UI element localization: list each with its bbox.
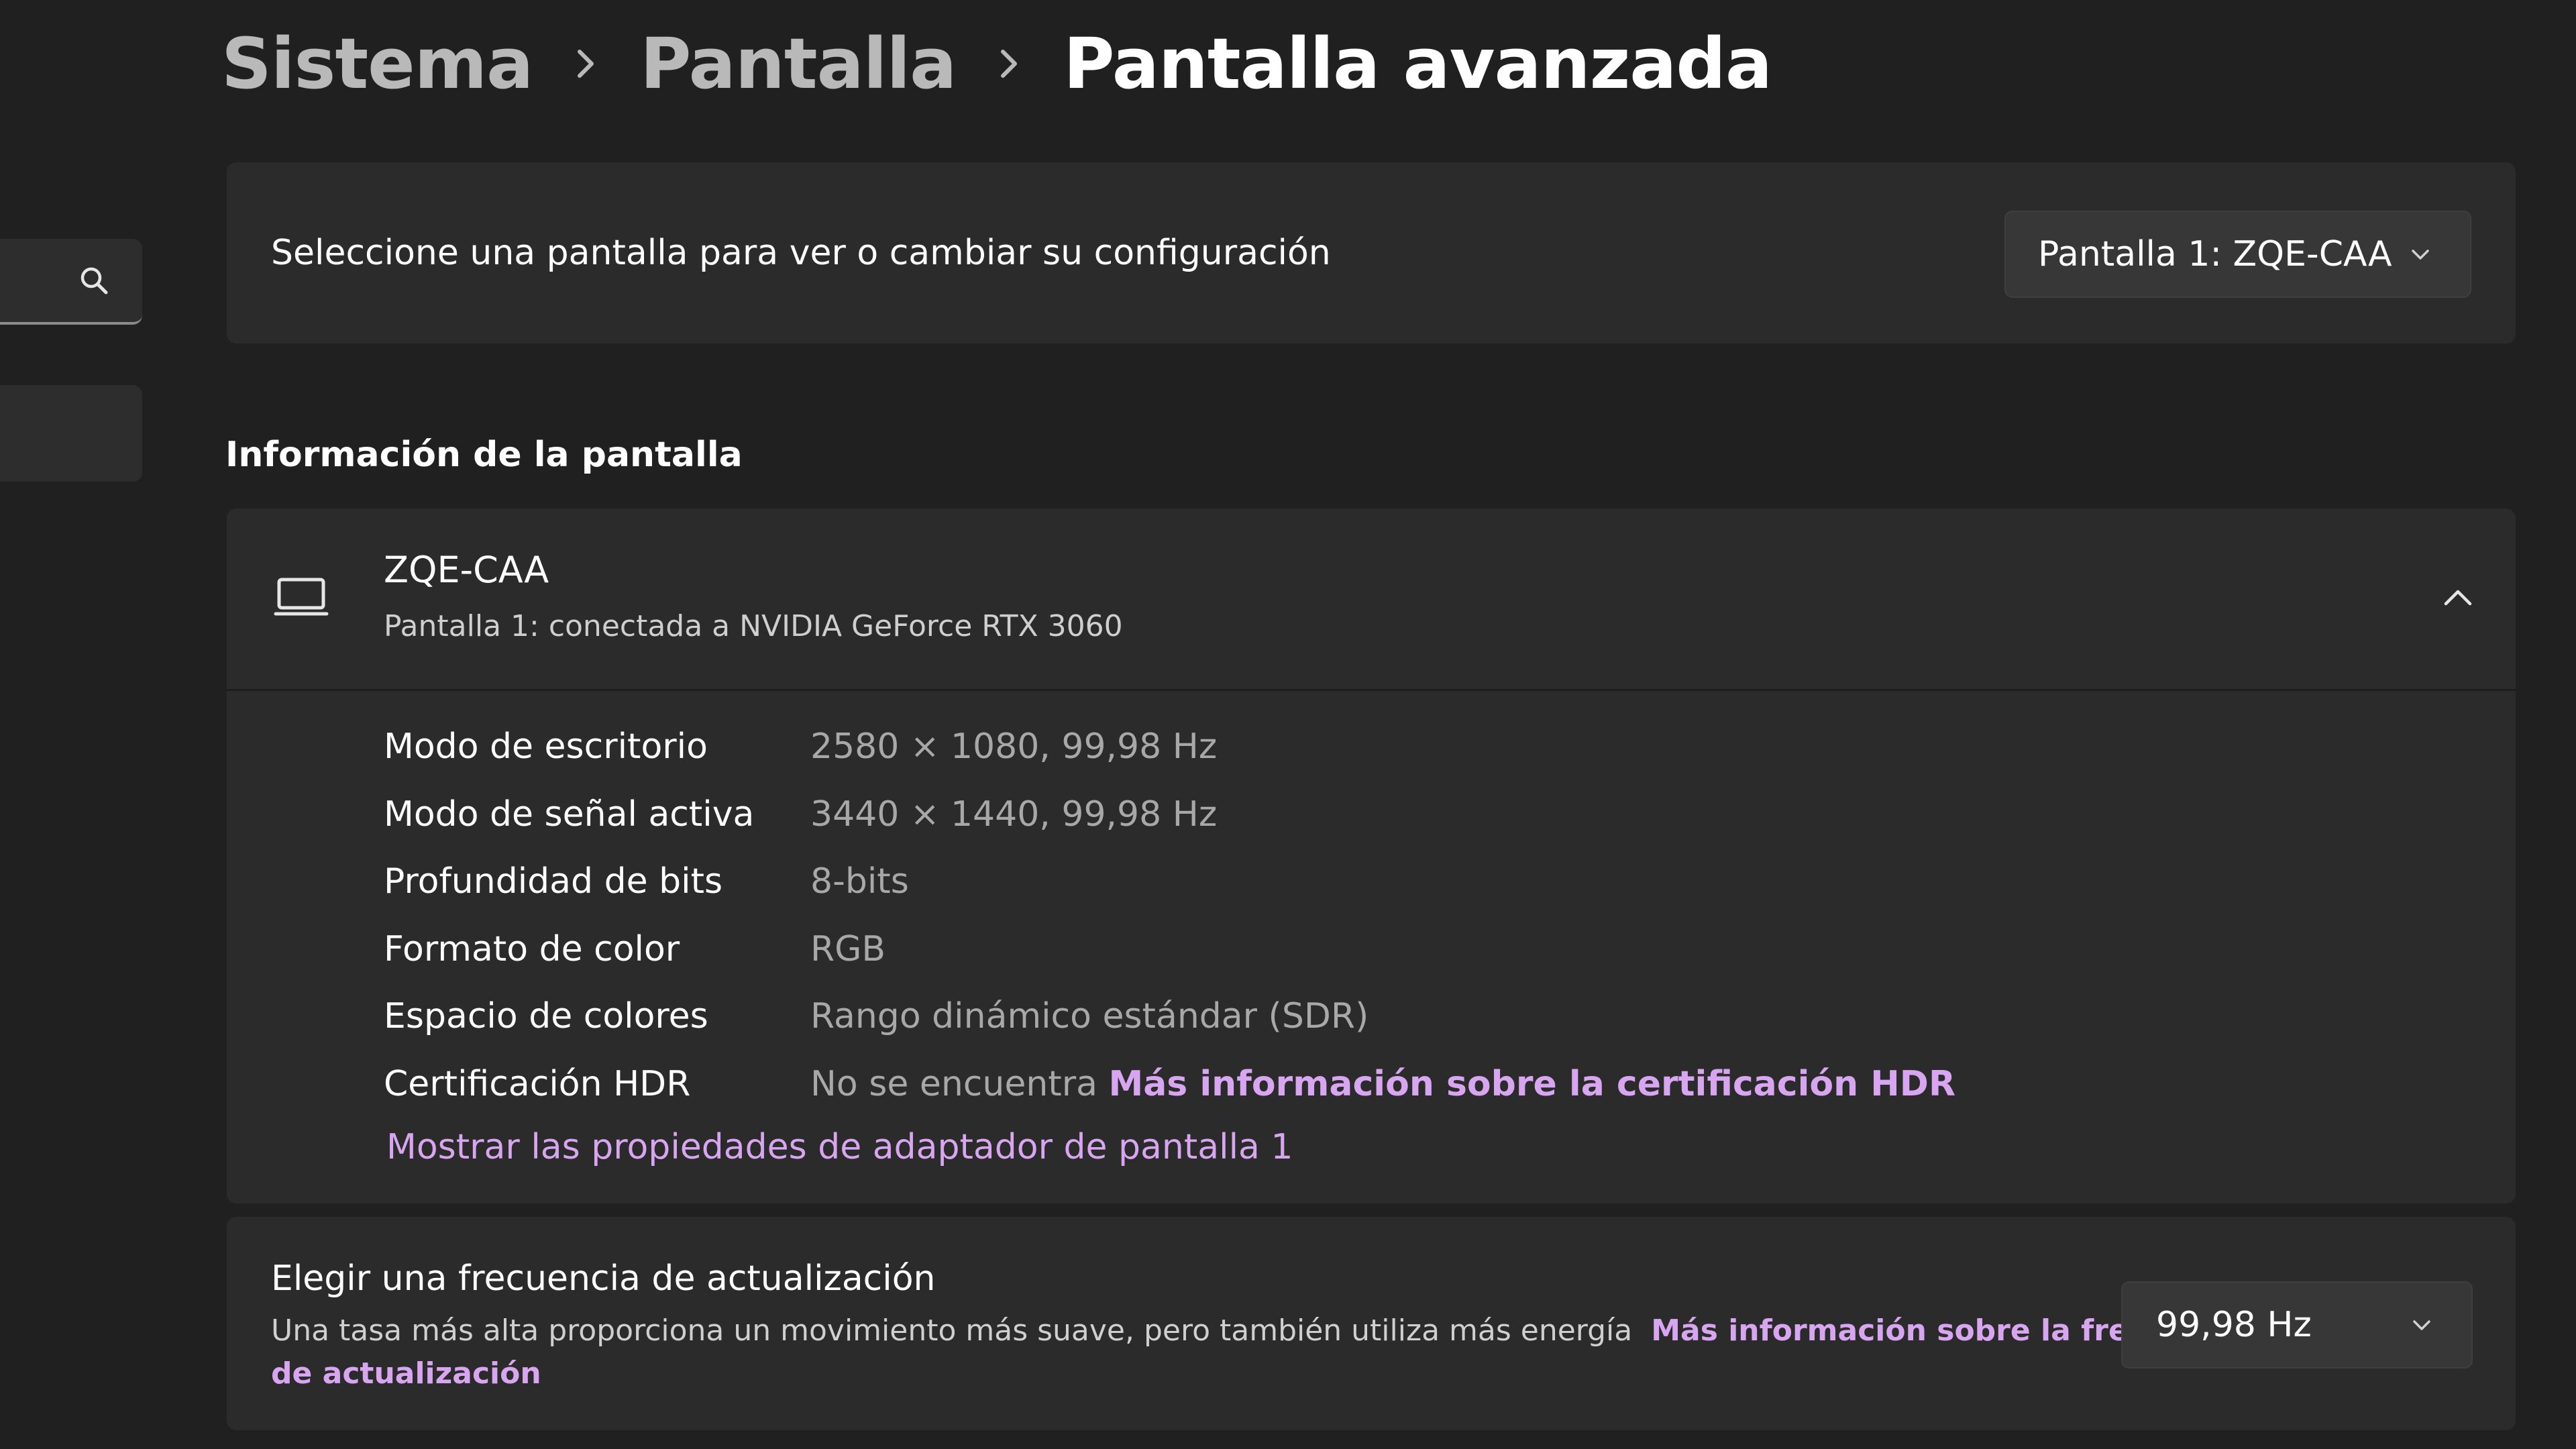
info-value: 2580 × 1080, 99,98 Hz	[810, 727, 1218, 767]
breadcrumb-item-sistema[interactable]: Sistema	[221, 23, 533, 105]
info-value: No se encuentra	[810, 1063, 1097, 1104]
laptop-icon	[274, 578, 329, 616]
section-title: Información de la pantalla	[225, 435, 743, 475]
adapter-properties-link[interactable]: Mostrar las propiedades de adaptador de …	[386, 1127, 1293, 1167]
search-icon[interactable]	[76, 263, 111, 298]
refresh-rate-description: Una tasa más alta proporciona un movimie…	[271, 1309, 2257, 1395]
info-row-desktop-mode: Modo de escritorio 2580 × 1080, 99,98 Hz	[384, 713, 1955, 781]
sidebar-item-selected[interactable]	[0, 385, 142, 482]
breadcrumb-item-pantalla[interactable]: Pantalla	[640, 23, 957, 105]
info-value: Rango dinámico estándar (SDR)	[810, 996, 1369, 1037]
info-key: Formato de color	[384, 928, 680, 969]
refresh-rate-dropdown[interactable]: 99,98 Hz	[2121, 1281, 2473, 1368]
refresh-rate-dropdown-value: 99,98 Hz	[2156, 1305, 2312, 1345]
display-dropdown-value: Pantalla 1: ZQE-CAA	[2038, 234, 2392, 274]
display-select-label: Seleccione una pantalla para ver o cambi…	[271, 233, 1331, 273]
hdr-certification-link[interactable]: Más información sobre la certificación H…	[1108, 1064, 1955, 1104]
info-row-hdr-certification: Certificación HDR No se encuentra Más in…	[384, 1051, 1955, 1118]
info-key: Profundidad de bits	[384, 861, 723, 902]
chevron-down-icon	[2413, 1320, 2430, 1330]
info-value: RGB	[810, 928, 886, 969]
info-row-color-space: Espacio de colores Rango dinámico estánd…	[384, 983, 1955, 1051]
info-key: Certificación HDR	[384, 1063, 691, 1104]
sidebar-search-box[interactable]	[0, 239, 142, 325]
device-name: ZQE-CAA	[384, 549, 549, 591]
display-info-card: ZQE-CAA Pantalla 1: conectada a NVIDIA G…	[227, 508, 2516, 1203]
page-title: Pantalla avanzada	[1063, 23, 1772, 105]
refresh-rate-title: Elegir una frecuencia de actualización	[271, 1258, 936, 1299]
refresh-rate-description-text: Una tasa más alta proporciona un movimie…	[271, 1313, 1633, 1348]
info-row-bit-depth: Profundidad de bits 8-bits	[384, 848, 1955, 916]
chevron-right-icon	[956, 20, 1063, 107]
display-info-header[interactable]: ZQE-CAA Pantalla 1: conectada a NVIDIA G…	[227, 508, 2516, 691]
chevron-up-icon[interactable]	[2436, 576, 2479, 619]
display-info-list: Modo de escritorio 2580 × 1080, 99,98 Hz…	[384, 713, 1955, 1118]
info-row-active-signal-mode: Modo de señal activa 3440 × 1440, 99,98 …	[384, 781, 1955, 849]
chevron-right-icon	[533, 20, 640, 107]
device-subtitle: Pantalla 1: conectada a NVIDIA GeForce R…	[384, 609, 1123, 643]
refresh-rate-card: Elegir una frecuencia de actualización U…	[227, 1217, 2516, 1430]
info-value: 3440 × 1440, 99,98 Hz	[810, 794, 1218, 835]
info-key: Espacio de colores	[384, 996, 708, 1037]
info-key: Modo de escritorio	[384, 727, 708, 767]
display-select-card: Seleccione una pantalla para ver o cambi…	[227, 162, 2516, 343]
info-value: 8-bits	[810, 861, 909, 902]
breadcrumb: Sistema Pantalla Pantalla avanzada	[221, 20, 1772, 107]
chevron-down-icon	[2412, 250, 2429, 260]
display-dropdown[interactable]: Pantalla 1: ZQE-CAA	[2004, 211, 2471, 298]
info-row-color-format: Formato de color RGB	[384, 916, 1955, 983]
info-key: Modo de señal activa	[384, 794, 755, 835]
